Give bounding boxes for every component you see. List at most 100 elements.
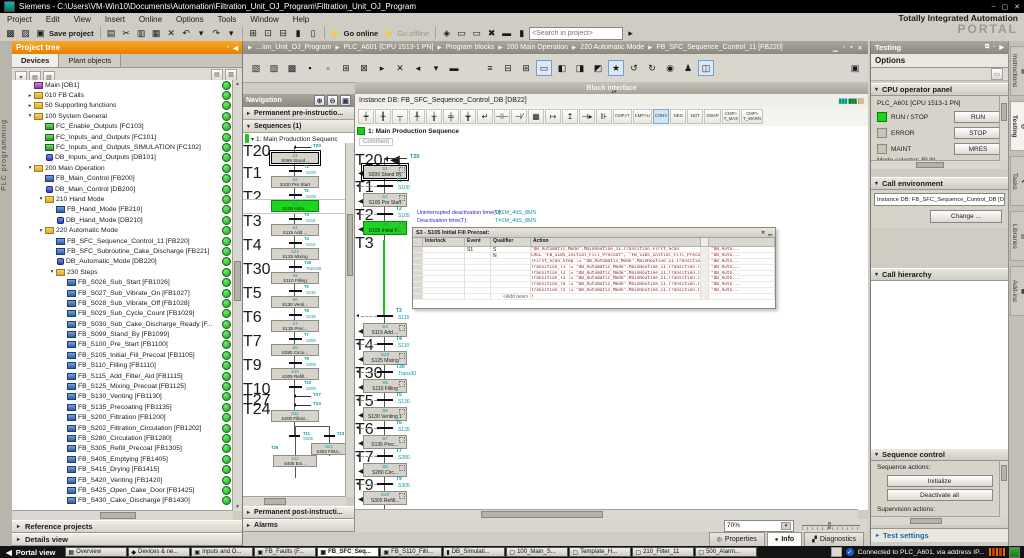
minimap-horizontal-scrollbar[interactable]	[243, 496, 346, 506]
tree-item[interactable]: 220 Automatic Mode	[12, 225, 233, 235]
tree-item[interactable]: FB_SFC_Subroutine_Cake_Discharge [FB221]	[12, 246, 233, 256]
maximize-window-icon[interactable]: ▢	[1002, 3, 1009, 11]
toolbar-icon[interactable]: ▤	[105, 27, 118, 40]
tree-item[interactable]: FB_Main_Control [FB200]	[12, 174, 233, 184]
open-editor-tab[interactable]: ▣ Inputs and O...	[191, 547, 253, 557]
sfc-element[interactable]: S10 S305 Refill... ◄	[355, 491, 495, 505]
tree-item[interactable]: FB_S200_Filtration [FB1200]	[12, 413, 233, 423]
open-editor-tab[interactable]: ▮ DB_Simulati...	[443, 547, 505, 557]
tree-item[interactable]: FC_Inputs_and_Outputs [FC101]	[12, 132, 233, 142]
zoom-level-select[interactable]: 70% ▾	[724, 520, 794, 532]
details-view-section[interactable]: ▸Details view	[12, 533, 242, 546]
inspector-tab[interactable]: ◎ Properties	[709, 532, 765, 546]
sfc-function-icon[interactable]: CMP>U	[633, 109, 652, 124]
transition-bar[interactable]	[377, 399, 393, 401]
navigation-zoom-icon[interactable]: ⊖	[327, 95, 338, 106]
close-window-icon[interactable]: ✕	[1014, 3, 1020, 11]
toolbar-icon[interactable]: ◈	[440, 27, 453, 40]
tree-item[interactable]: FB_S105_Initial_Fill_Precoat [FB1105]	[12, 350, 233, 360]
minimap-element[interactable]: T20 T20	[243, 143, 346, 152]
float-editor-icon[interactable]: ▫	[843, 44, 845, 52]
step-actions-icon[interactable]	[399, 493, 405, 499]
cpu-command-button[interactable]: MRES	[954, 143, 1002, 155]
minimap-element[interactable]: T30 T30Trans30	[243, 261, 346, 272]
editor-toolbar-icon[interactable]: ◉	[662, 60, 678, 76]
block-interface-splitter[interactable]: Block interface ▴▾	[355, 82, 868, 94]
tree-item[interactable]: 100 System General	[12, 111, 233, 121]
transition-condition-icon[interactable]: ◄	[355, 369, 360, 375]
step-actions-icon[interactable]	[399, 325, 405, 331]
editor-toolbar-icon[interactable]: ▸	[374, 60, 390, 76]
sfc-element-icon[interactable]: ↦	[545, 109, 561, 124]
sfc-element[interactable]: T4 T4 S110 ◄	[355, 337, 495, 351]
open-editor-tab[interactable]: ◆ Devices & ne...	[128, 547, 190, 557]
sfc-element-icon[interactable]: ⊣⁄	[511, 109, 527, 124]
canvas-horizontal-scrollbar[interactable]	[355, 509, 858, 519]
step-actions-icon[interactable]	[399, 353, 405, 359]
transition-condition-icon[interactable]: ◄	[355, 313, 360, 319]
minimap-step[interactable]: S6S130 Venti...	[271, 296, 319, 308]
toolbar-icon[interactable]: ▮	[515, 27, 528, 40]
action-cell[interactable]: )	[531, 294, 701, 300]
toolbar-icon[interactable]: ▸	[624, 27, 637, 40]
minimap-element[interactable]: S23S125 Mixing	[243, 248, 346, 261]
sfc-element[interactable]: T9 T9 S305 ◄	[355, 477, 495, 491]
open-editor-tab[interactable]: ▢ 210_Filter_11	[632, 547, 694, 557]
toolbar-icon[interactable]: ▣	[34, 27, 47, 40]
go-offline-button[interactable]: Go offline	[397, 29, 429, 38]
sfc-element[interactable]: T6 T6 S135 ◄	[355, 421, 495, 435]
minimap-element[interactable]: T27 T27	[243, 392, 346, 401]
editor-toolbar-icon[interactable]: ◨	[572, 60, 588, 76]
deactivate-all-button[interactable]: Deactivate all	[887, 489, 993, 501]
call-environment-section[interactable]: ▾Call environment	[871, 177, 1008, 190]
minimap-step[interactable]: S2S100 Pre Start	[271, 176, 319, 188]
cpu-panel-vscrollbar[interactable]	[999, 96, 1008, 161]
go-online-button[interactable]: Go online	[344, 29, 379, 38]
minimap-element[interactable]: S6S130 Venti...	[243, 296, 346, 309]
minimap-step[interactable]: S5S110 Filling	[271, 272, 319, 284]
sfc-element-icon[interactable]: ┿	[358, 109, 374, 124]
popup-close-icon[interactable]: ✕	[761, 230, 765, 236]
sfc-element[interactable]: S4 S115 Add ... ◄	[355, 323, 495, 337]
minimap-element[interactable]: T6 T6S135	[243, 309, 346, 320]
minimap-element[interactable]: T3 T3S115	[243, 213, 346, 224]
tree-item[interactable]: FB_S420_Venting [FB1420]	[12, 475, 233, 485]
transition-bar[interactable]	[377, 213, 393, 215]
open-editor-tab[interactable]: ▢ 100_Main_S...	[506, 547, 568, 557]
panel-header-icon[interactable]: ▫	[227, 44, 229, 52]
open-editor-tab[interactable]: ▣ FB_Faults (F...	[254, 547, 316, 557]
sfc-function-icon[interactable]: CONV	[653, 109, 669, 124]
editor-toolbar-icon[interactable]: ↺	[626, 60, 642, 76]
breadcrumb-segment[interactable]: FB_SFC_Sequence_Control_11 [FB220]	[656, 44, 782, 51]
toolbar-icon[interactable]: ▭	[470, 27, 483, 40]
tree-item[interactable]: FB_S135_Precoating [FB1135]	[12, 402, 233, 412]
sfc-element[interactable]: T20 T20 ◄	[355, 152, 495, 165]
inspector-tab[interactable]: ● Info	[767, 532, 802, 546]
minimap-element[interactable]: S4S115 Add ...	[243, 224, 346, 237]
toolbar-icon[interactable]: ▾	[195, 27, 208, 40]
sequence-comment[interactable]: Comment	[359, 138, 393, 146]
tree-item[interactable]: 50 Supporting functions	[12, 101, 233, 111]
breadcrumb-segment[interactable]: PLC_A601 [CPU 1513-1 PN]	[344, 44, 434, 51]
editor-toolbar-icon[interactable]: ▭	[536, 60, 552, 76]
sfc-step[interactable]: S8 S280 Circ...	[363, 463, 407, 477]
breadcrumb-segment[interactable]: Program blocks	[446, 44, 495, 51]
editor-toolbar-icon[interactable]: ≡	[482, 60, 498, 76]
step-actions-icon[interactable]	[399, 409, 405, 415]
tree-item[interactable]: DB_Inputs_and_Outputs [DB101]	[12, 153, 233, 163]
zoom-dropdown-icon[interactable]: ▾	[781, 522, 791, 530]
maximize-editor-icon[interactable]: ▪	[850, 44, 852, 52]
editor-toolbar-icon[interactable]: ⊟	[500, 60, 516, 76]
transition-bar[interactable]	[377, 427, 393, 429]
transition-bar[interactable]	[377, 185, 393, 187]
minimap-element[interactable]: T1 T1S100	[243, 165, 346, 176]
menu-item[interactable]: Options	[169, 15, 211, 24]
editor-toolbar-icon[interactable]: ⊞	[338, 60, 354, 76]
sfc-element[interactable]: S8 S280 Circ... ◄	[355, 463, 495, 477]
editor-toolbar-icon[interactable]	[464, 60, 480, 76]
tree-item[interactable]: DB_Hand_Mode [DB210]	[12, 215, 233, 225]
event-cell[interactable]	[465, 294, 491, 300]
tree-item[interactable]: FB_S130_Venting [FB1130]	[12, 392, 233, 402]
sequence-branch[interactable]: T11 S405 T26 S12 S405 Em... T23 S22 S202…	[243, 423, 346, 481]
tree-item[interactable]: 200 Main Operation	[12, 163, 233, 173]
